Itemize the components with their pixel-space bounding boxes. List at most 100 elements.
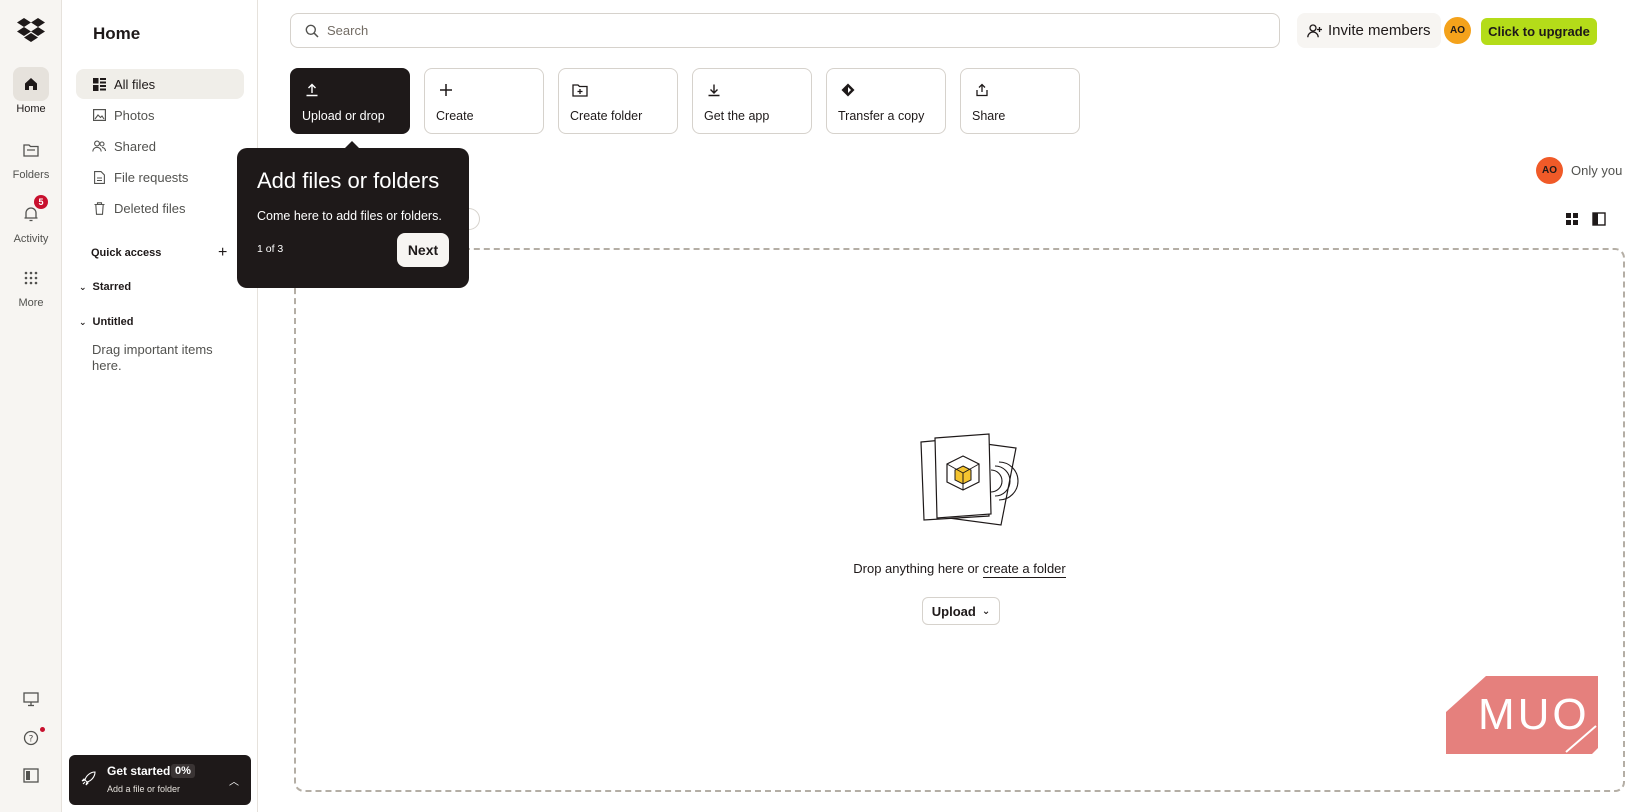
dropbox-app: Home Folders 5 Activity More ? Home All …: [0, 0, 1650, 812]
upload-dropdown-button[interactable]: Upload ⌄: [922, 597, 1000, 625]
get-started-title: Get started: [107, 764, 171, 778]
chevron-down-icon: ⌄: [79, 281, 87, 292]
tooltip-title: Add files or folders: [257, 168, 440, 193]
home-icon: [13, 67, 49, 101]
tooltip-next-button[interactable]: Next: [397, 233, 449, 267]
help-icon[interactable]: ?: [0, 727, 62, 746]
sidebar-item-label: All files: [114, 76, 156, 92]
shared-icon: [92, 139, 106, 153]
upgrade-button[interactable]: Click to upgrade: [1481, 18, 1597, 45]
quick-access-heading: Quick access: [91, 247, 162, 259]
get-the-app-button[interactable]: Get the app: [692, 68, 812, 134]
sidebar-item-label: File requests: [114, 169, 189, 185]
sharing-status: Only you: [1571, 163, 1623, 178]
action-label: Upload or drop: [302, 109, 385, 123]
rail-item-activity[interactable]: 5 Activity: [0, 195, 62, 245]
info-panel-icon[interactable]: [1591, 211, 1607, 227]
grid-dots-icon: [13, 261, 49, 295]
search-icon: [305, 24, 319, 38]
upload-icon: [303, 81, 321, 99]
bell-icon: 5: [13, 195, 49, 231]
action-label: Get the app: [704, 109, 770, 123]
trash-icon: [92, 201, 106, 215]
sidebar: Home All files Photos Shared File reques…: [62, 0, 258, 812]
untitled-section-toggle[interactable]: ⌄ Untitled: [79, 316, 134, 328]
rail-label-home: Home: [16, 103, 46, 115]
transfer-icon: [839, 81, 857, 99]
chevron-up-icon[interactable]: ︿: [229, 773, 239, 788]
search-input[interactable]: [327, 23, 1227, 38]
action-label: Transfer a copy: [838, 109, 925, 123]
drop-text: Drop anything here or: [853, 561, 983, 576]
get-started-progress: 0%: [171, 764, 195, 778]
nav-rail: Home Folders 5 Activity More ?: [0, 0, 62, 812]
rail-item-home[interactable]: Home: [0, 67, 62, 115]
sidebar-item-label: Photos: [114, 107, 155, 123]
onboarding-tooltip: Add files or folders Come here to add fi…: [237, 141, 469, 288]
get-started-subtitle: Add a file or folder: [107, 784, 181, 794]
sidebar-item-file-requests[interactable]: File requests: [76, 162, 244, 192]
drop-instructions: Drop anything here or create a folder: [296, 561, 1623, 578]
upload-label: Upload: [931, 603, 976, 619]
share-icon: [973, 81, 991, 99]
collapse-sidebar-icon[interactable]: [0, 768, 62, 783]
sidebar-item-all-files[interactable]: All files: [76, 69, 244, 99]
sidebar-title: Home: [93, 24, 141, 43]
invite-members-label: Invite members: [1328, 22, 1431, 39]
untitled-label: Untitled: [92, 316, 134, 328]
watermark-text: MUO: [1478, 690, 1590, 739]
download-icon: [705, 81, 723, 99]
dropbox-logo[interactable]: [17, 18, 45, 42]
rail-item-more[interactable]: More: [0, 261, 62, 309]
create-folder-button[interactable]: Create folder: [558, 68, 678, 134]
sidebar-item-shared[interactable]: Shared: [76, 131, 244, 161]
muo-watermark: MUO: [1446, 676, 1598, 754]
action-label: Create: [436, 109, 474, 123]
account-avatar[interactable]: AO: [1444, 17, 1471, 44]
rail-label-folders: Folders: [12, 169, 50, 181]
sidebar-item-photos[interactable]: Photos: [76, 100, 244, 130]
chevron-down-icon: ⌄: [981, 605, 991, 617]
action-label: Share: [972, 109, 1006, 123]
transfer-a-copy-button[interactable]: Transfer a copy: [826, 68, 946, 134]
create-button[interactable]: Create: [424, 68, 544, 134]
folder-icon: [13, 133, 49, 167]
rail-label-activity: Activity: [13, 233, 49, 245]
rail-label-more: More: [18, 297, 44, 309]
all-files-icon: [92, 77, 106, 91]
create-folder-link[interactable]: create a folder: [982, 561, 1066, 578]
add-quick-access-icon[interactable]: +: [218, 244, 227, 262]
shared-with-avatar[interactable]: AO: [1536, 157, 1563, 184]
tooltip-description: Come here to add files or folders.: [257, 209, 442, 223]
get-started-panel[interactable]: Get started 0% Add a file or folder ︿: [69, 755, 251, 805]
desktop-app-icon[interactable]: [0, 692, 62, 707]
empty-files-illustration: [920, 433, 1019, 526]
invite-members-button[interactable]: Invite members: [1297, 13, 1441, 48]
activity-badge: 5: [34, 195, 48, 209]
file-requests-icon: [92, 170, 106, 184]
plus-icon: [437, 81, 455, 99]
tooltip-step-counter: 1 of 3: [257, 243, 284, 255]
sidebar-item-label: Deleted files: [114, 200, 186, 216]
folder-plus-icon: [571, 81, 589, 99]
rocket-icon: [81, 771, 96, 786]
filter-pill[interactable]: [468, 208, 480, 230]
drop-zone[interactable]: Drop anything here or create a folder Up…: [294, 248, 1625, 792]
starred-label: Starred: [92, 281, 132, 293]
grid-view-icon[interactable]: [1564, 211, 1580, 227]
rail-item-folders[interactable]: Folders: [0, 133, 62, 181]
chevron-down-icon: ⌄: [79, 316, 87, 327]
svg-text:?: ?: [29, 735, 34, 745]
share-button[interactable]: Share: [960, 68, 1080, 134]
starred-section-toggle[interactable]: ⌄ Starred: [79, 281, 131, 293]
action-label: Create folder: [570, 109, 643, 123]
tooltip-arrow: [345, 141, 359, 148]
photos-icon: [92, 108, 106, 122]
sidebar-item-deleted-files[interactable]: Deleted files: [76, 193, 244, 223]
upload-or-drop-button[interactable]: Upload or drop: [290, 68, 410, 134]
help-notification-dot: [40, 727, 45, 732]
add-person-icon: [1307, 23, 1322, 37]
quick-access-hint: Drag important items here.: [92, 342, 213, 373]
sidebar-item-label: Shared: [114, 138, 156, 154]
search-bar[interactable]: [290, 13, 1280, 48]
